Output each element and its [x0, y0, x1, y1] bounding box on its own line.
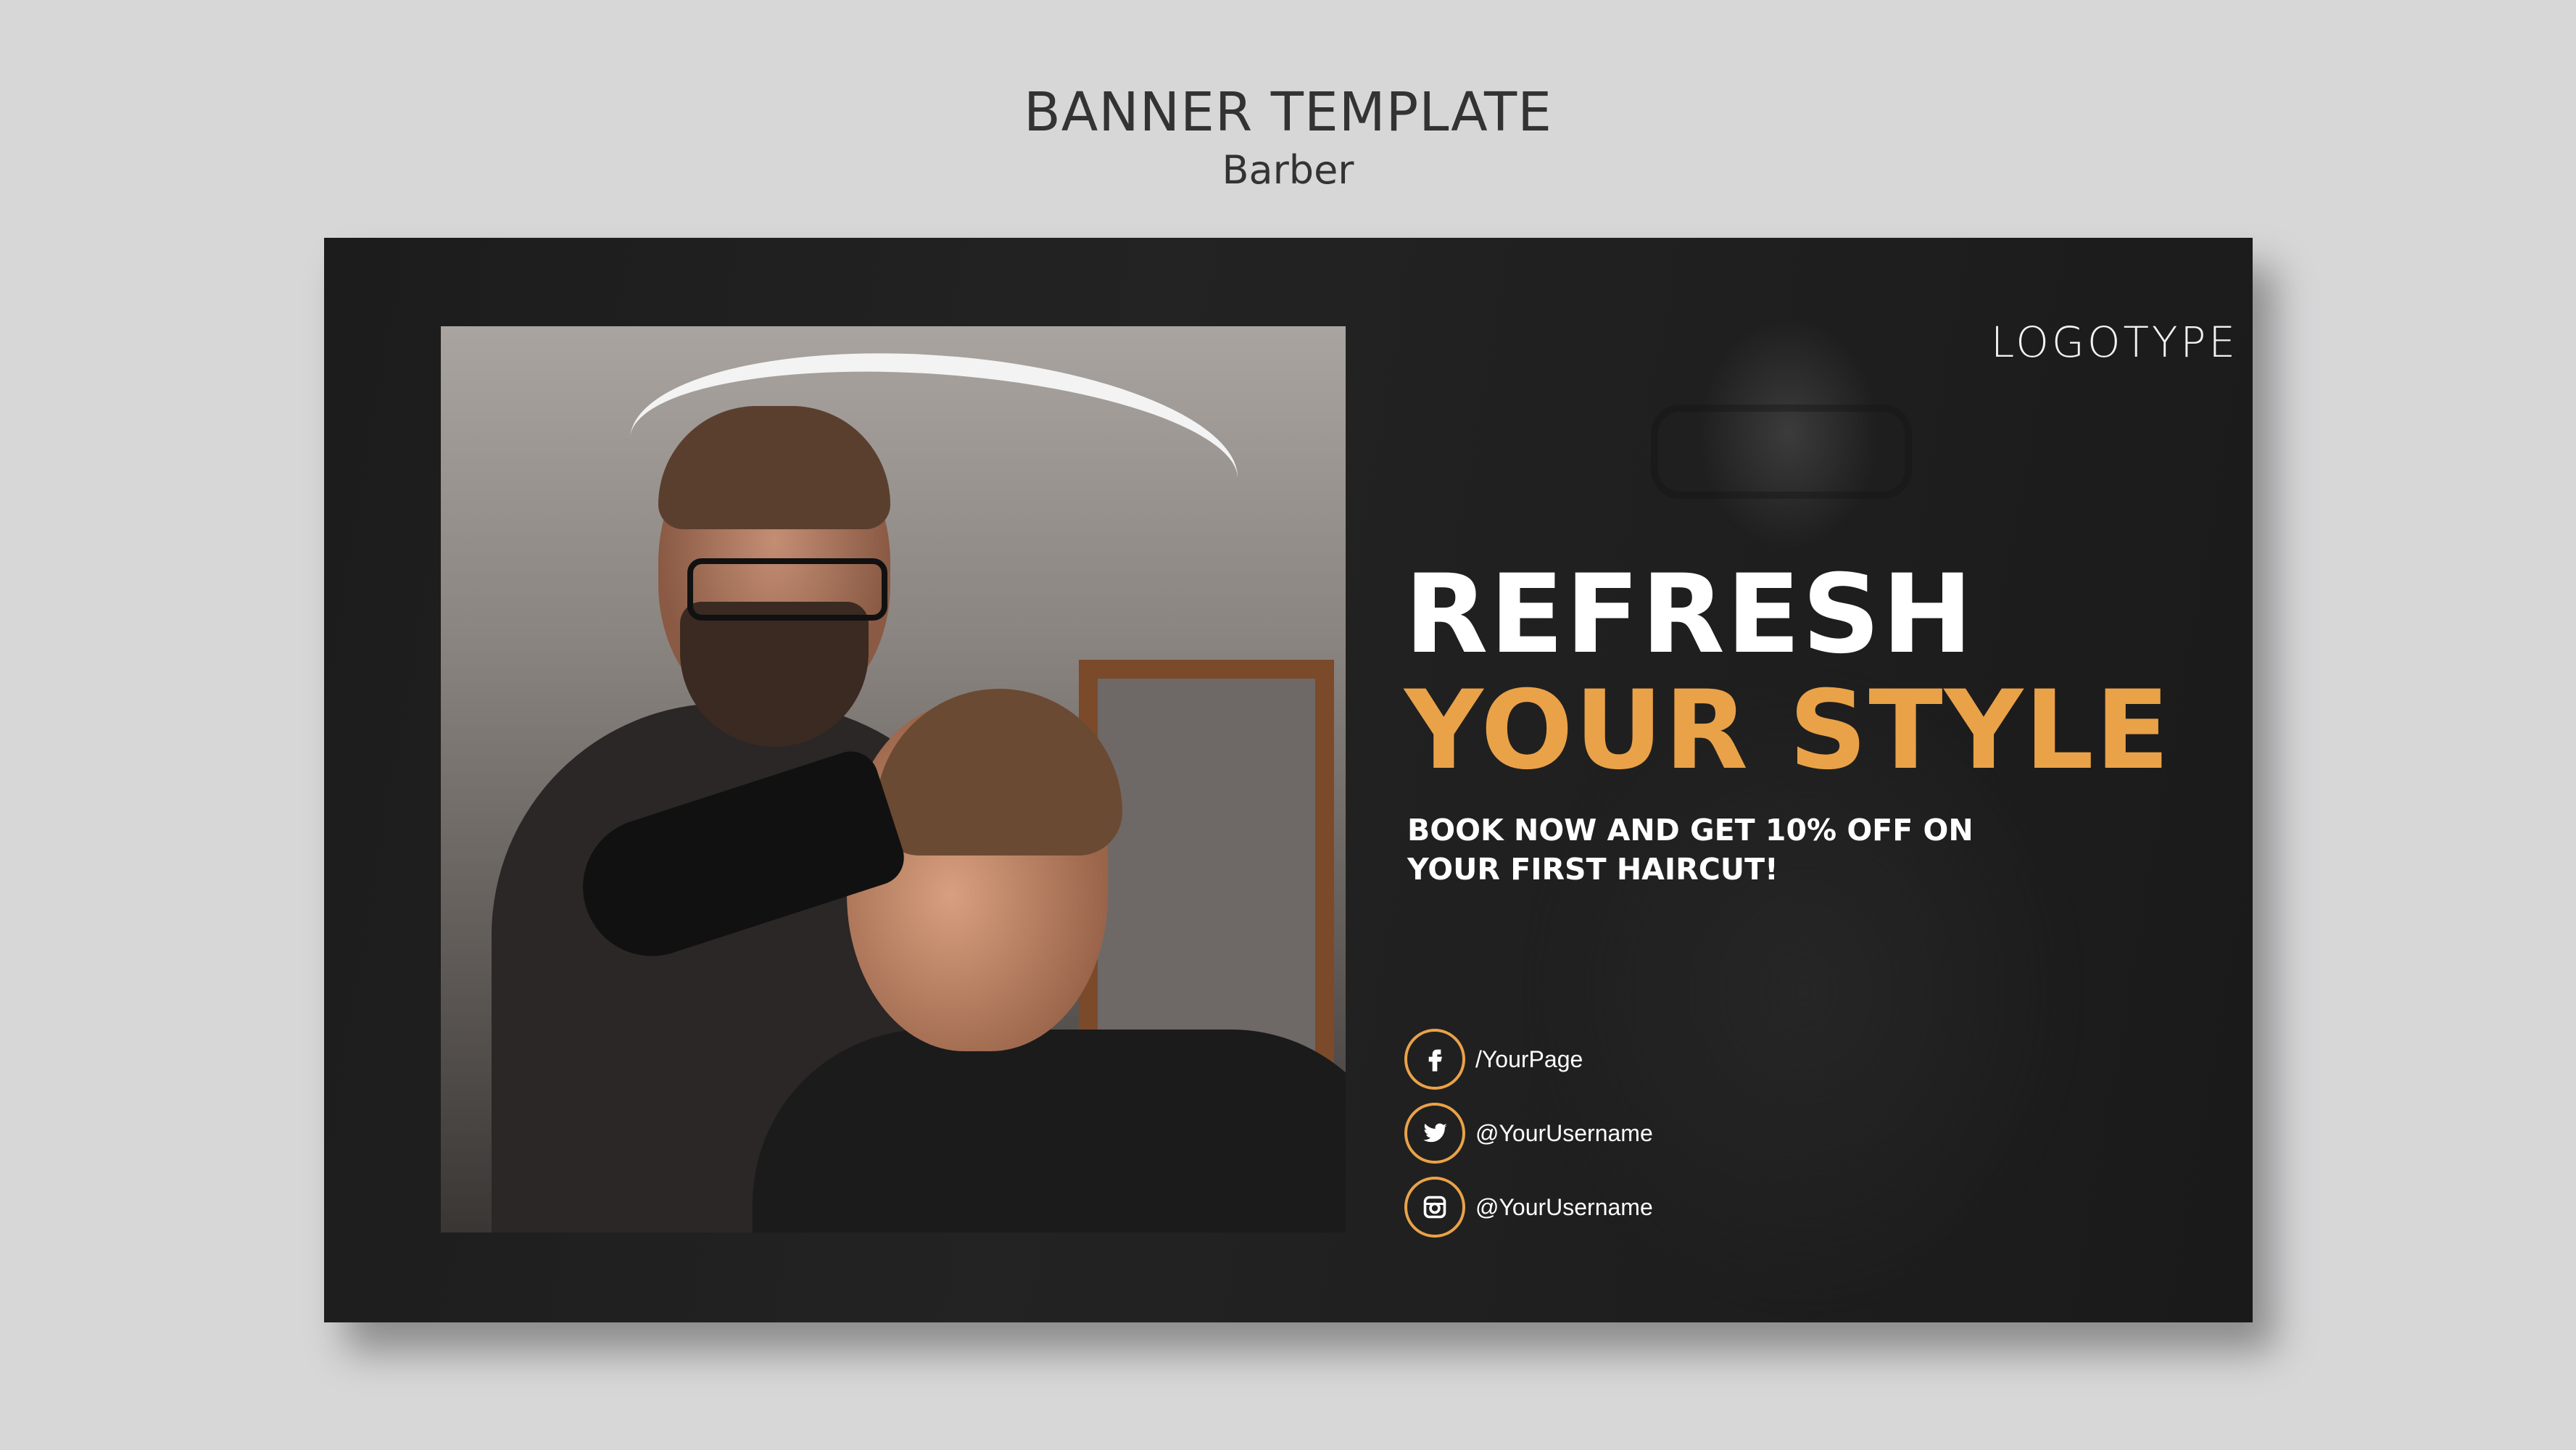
- page-heading: BANNER TEMPLATE Barber: [0, 80, 2576, 196]
- photo-client-cape: [753, 1030, 1346, 1232]
- facebook-icon[interactable]: [1404, 1029, 1465, 1090]
- barber-photo: [441, 326, 1346, 1232]
- social-twitter[interactable]: @YourUsername: [1404, 1101, 1653, 1166]
- social-facebook[interactable]: /YourPage: [1404, 1027, 1653, 1092]
- headline-line1: REFRESH: [1404, 552, 1974, 678]
- instagram-icon[interactable]: [1404, 1177, 1465, 1238]
- social-facebook-text[interactable]: /YourPage: [1475, 1046, 1583, 1073]
- logotype: LOGOTYPE: [1991, 318, 2238, 367]
- banner: LOGOTYPE REFRESH YOUR STYLE BOOK NOW AND…: [324, 238, 2253, 1322]
- heading-subtitle: Barber: [1222, 147, 1354, 193]
- background-glasses: [1651, 405, 1912, 499]
- heading-title: BANNER TEMPLATE: [1024, 81, 1552, 144]
- twitter-icon[interactable]: [1404, 1103, 1465, 1164]
- offer-line1: BOOK NOW AND GET 10% OFF ON: [1407, 813, 1974, 848]
- offer-text: BOOK NOW AND GET 10% OFF ON YOUR FIRST H…: [1407, 811, 2060, 889]
- photo-glasses: [687, 558, 887, 621]
- social-instagram[interactable]: @YourUsername: [1404, 1174, 1653, 1240]
- headline-line2: YOUR STYLE: [1404, 668, 2171, 794]
- social-instagram-text[interactable]: @YourUsername: [1475, 1194, 1653, 1221]
- social-twitter-text[interactable]: @YourUsername: [1475, 1120, 1653, 1147]
- social-links: /YourPage @YourUsername @YourUsername: [1404, 1027, 1653, 1248]
- offer-line2: YOUR FIRST HAIRCUT!: [1407, 852, 1778, 887]
